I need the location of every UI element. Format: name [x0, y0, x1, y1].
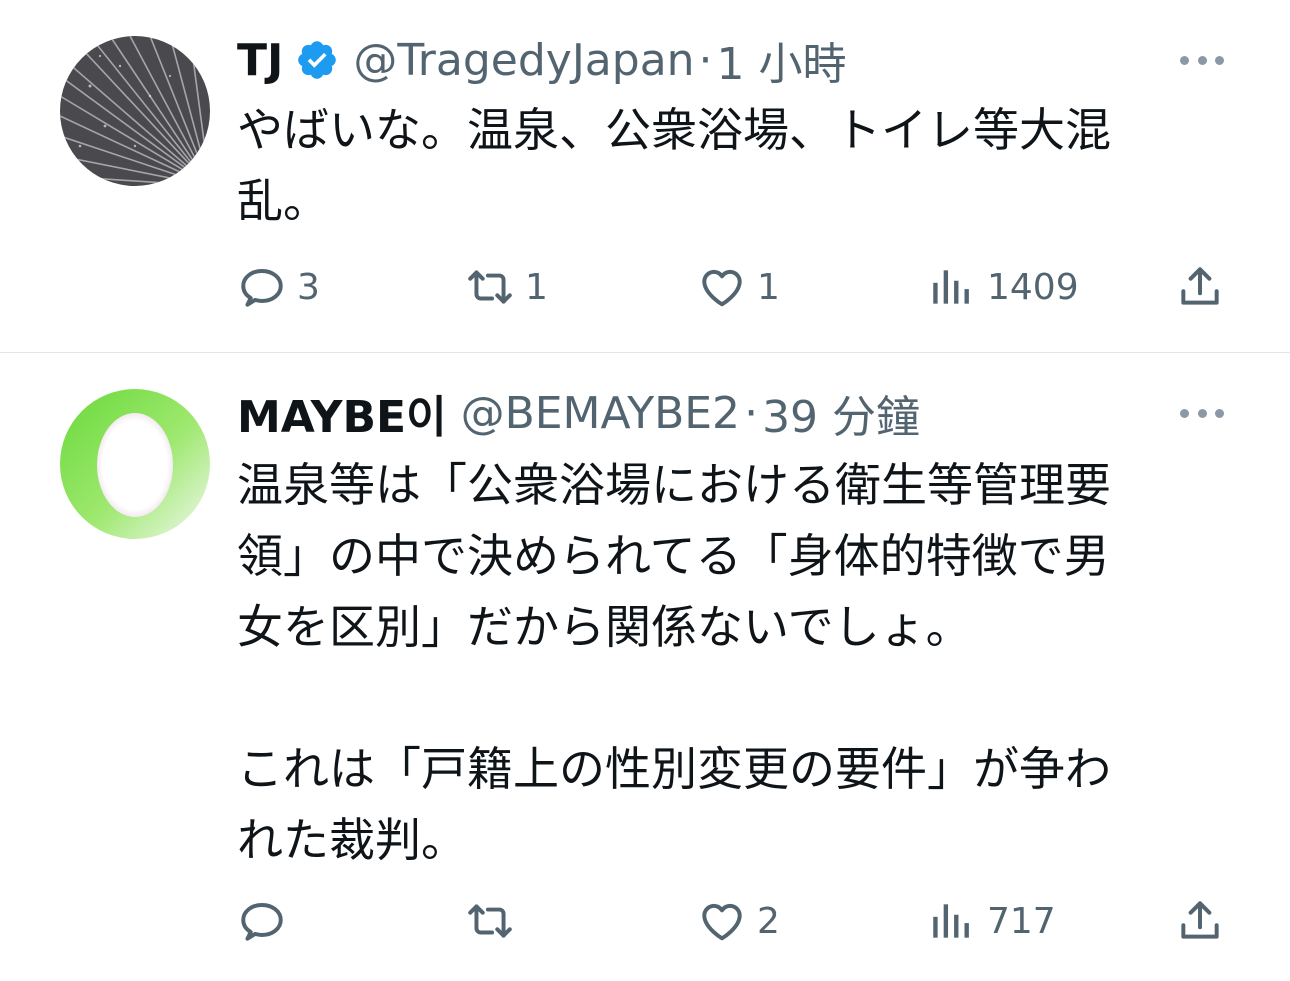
- like-button[interactable]: 2: [697, 896, 780, 946]
- views-button[interactable]: 1409: [927, 262, 1079, 312]
- views-bar-chart-icon: [933, 904, 969, 938]
- reply-count: 3: [297, 266, 320, 308]
- tweet-header: TJ @TragedyJapan · 1 小時: [237, 32, 847, 91]
- user-handle[interactable]: @BEMAYBE2: [461, 388, 741, 439]
- separator-dot: ·: [744, 387, 759, 439]
- tweet-text: 温泉等は「公衆浴場における衛生等管理要 領」の中で決められてる「身体的特徴で男 …: [237, 458, 1111, 867]
- more-dots-icon[interactable]: [1180, 50, 1224, 70]
- more-dots-icon[interactable]: [1180, 403, 1224, 423]
- timestamp[interactable]: 1 小時: [717, 28, 847, 92]
- avatar[interactable]: [60, 36, 210, 186]
- action-bar: 2 717: [237, 896, 1227, 946]
- view-count: 717: [987, 900, 1056, 942]
- tweet-header: MAYBE이 @BEMAYBE2 · 39 分鐘: [237, 385, 920, 444]
- view-count: 1409: [987, 266, 1079, 308]
- reply-button[interactable]: 3: [237, 262, 320, 312]
- heart-icon: [702, 903, 742, 941]
- reply-bubble-icon: [241, 902, 283, 941]
- reply-bubble-icon: [241, 268, 283, 307]
- action-bar: 3 1 1 1409: [237, 262, 1227, 312]
- share-upload-icon: [1181, 267, 1219, 305]
- like-count: 2: [757, 900, 780, 942]
- tweet[interactable]: TJ @TragedyJapan · 1 小時 やばいな。温泉、公衆浴場、トイレ…: [0, 0, 1290, 352]
- share-button[interactable]: [1175, 262, 1225, 312]
- views-bar-chart-icon: [933, 270, 969, 304]
- like-button[interactable]: 1: [697, 262, 780, 312]
- share-button[interactable]: [1175, 896, 1225, 946]
- tweet[interactable]: MAYBE이 @BEMAYBE2 · 39 分鐘 温泉等は「公衆浴場における衛生…: [0, 353, 1290, 981]
- heart-icon: [702, 269, 742, 307]
- timestamp[interactable]: 39 分鐘: [762, 381, 920, 445]
- verified-badge-icon: [295, 38, 339, 82]
- display-name[interactable]: MAYBE이: [237, 381, 447, 445]
- retweet-icon: [468, 270, 512, 304]
- display-name[interactable]: TJ: [237, 35, 283, 86]
- share-upload-icon: [1181, 901, 1219, 939]
- reply-button[interactable]: [237, 896, 297, 946]
- user-handle[interactable]: @TragedyJapan: [353, 35, 694, 86]
- views-button[interactable]: 717: [927, 896, 1056, 946]
- like-count: 1: [757, 266, 780, 308]
- tweet-text: やばいな。温泉、公衆浴場、トイレ等大混 乱。: [237, 103, 1111, 228]
- separator-dot: ·: [698, 34, 713, 86]
- retweet-icon: [468, 904, 512, 938]
- retweet-count: 1: [525, 266, 548, 308]
- retweet-button[interactable]: [465, 896, 525, 946]
- avatar[interactable]: [60, 389, 210, 539]
- retweet-button[interactable]: 1: [465, 262, 548, 312]
